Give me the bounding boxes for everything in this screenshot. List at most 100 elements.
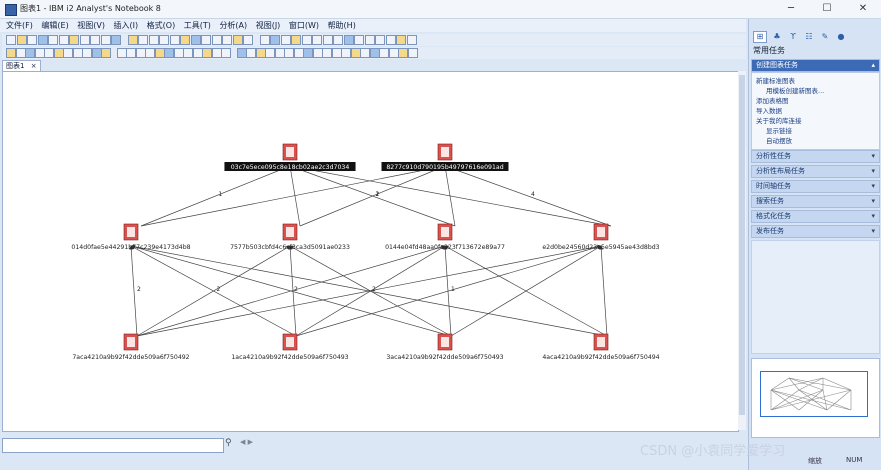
toolbar-button[interactable]	[16, 35, 27, 45]
tab-edit-icon[interactable]: ✎	[819, 32, 831, 42]
section-format[interactable]: 格式化任务 ▾	[751, 210, 880, 223]
toolbar-button[interactable]	[274, 48, 285, 58]
minimize-button[interactable]: ─	[773, 0, 809, 18]
link-line[interactable]	[140, 164, 446, 227]
toolbar-button[interactable]	[138, 35, 148, 45]
entity-node-mid[interactable]: 0144e04fd48aa0fe223f713672e89a77	[385, 223, 505, 251]
entity-node-top[interactable]: 8277c910d790195b49797616e091ad	[381, 143, 509, 171]
chevron-down-icon[interactable]: ▾	[871, 166, 875, 177]
toolbar-button[interactable]	[116, 48, 127, 58]
toolbar-button[interactable]	[91, 48, 102, 58]
chevron-down-icon[interactable]: ▾	[871, 181, 875, 192]
toolbar-button[interactable]	[111, 35, 121, 45]
toolbar-button[interactable]	[312, 48, 323, 58]
toolbar-button[interactable]	[385, 35, 396, 45]
toolbar-button[interactable]	[270, 35, 280, 45]
tab-palette-icon[interactable]: ♣	[771, 32, 783, 42]
toolbar-button[interactable]	[148, 35, 159, 45]
toolbar-button[interactable]	[48, 35, 58, 45]
entity-node-mid[interactable]: e2d0be24560d23e5e5945ae43d8bd3	[542, 223, 660, 251]
toolbar-button[interactable]	[398, 48, 408, 58]
toolbar-button[interactable]	[154, 48, 165, 58]
maximize-button[interactable]: ☐	[809, 0, 845, 18]
toolbar-button[interactable]	[201, 35, 211, 45]
item-library-connect[interactable]: 关于我的库连接	[756, 115, 802, 125]
chevron-up-icon[interactable]: ▴	[871, 60, 875, 71]
link-line[interactable]	[295, 244, 602, 337]
toolbar-button[interactable]	[34, 48, 45, 58]
toolbar-button[interactable]	[284, 48, 294, 58]
search-icon[interactable]: ⚲	[225, 438, 232, 448]
item-auto-layout[interactable]: 自动摆放	[766, 135, 792, 145]
link-line[interactable]	[289, 164, 612, 227]
toolbar-button[interactable]	[6, 35, 16, 45]
toolbar-button[interactable]	[211, 48, 222, 58]
toolbar-button[interactable]	[255, 48, 266, 58]
toolbar-button[interactable]	[90, 35, 100, 45]
overview-viewport[interactable]	[760, 371, 868, 417]
toolbar-button[interactable]	[222, 35, 232, 45]
toolbar-button[interactable]	[243, 35, 253, 45]
toolbar-button[interactable]	[6, 48, 16, 58]
toolbar-button[interactable]	[364, 35, 375, 45]
close-button[interactable]: ✕	[845, 0, 881, 18]
toolbar-button[interactable]	[164, 48, 174, 58]
toolbar-button[interactable]	[25, 48, 35, 58]
toolbar-button[interactable]	[202, 48, 212, 58]
toolbar-button[interactable]	[322, 35, 333, 45]
toolbar-button[interactable]	[331, 48, 342, 58]
overview-window[interactable]	[751, 358, 880, 438]
toolbar-button[interactable]	[63, 48, 73, 58]
tab-filter-icon[interactable]: ϒ	[787, 32, 799, 42]
item-show-links[interactable]: 显示链接	[766, 125, 792, 135]
toolbar-button[interactable]	[69, 35, 79, 45]
item-new-from-template[interactable]: 用模板创建新图表...	[766, 85, 824, 95]
menu-help[interactable]: 帮助(H)	[328, 19, 356, 32]
toolbar-button[interactable]	[159, 35, 169, 45]
chevron-down-icon[interactable]: ▾	[871, 196, 875, 207]
entity-node-top[interactable]: 03c7e5ece095c8e18cb02ae2c3d7034	[224, 143, 356, 171]
menu-analysis[interactable]: 分析(A)	[219, 19, 247, 32]
menu-tools[interactable]: 工具(T)	[184, 19, 211, 32]
toolbar-button[interactable]	[232, 35, 243, 45]
link-line[interactable]	[130, 245, 297, 337]
toolbar-button[interactable]	[303, 48, 313, 58]
menu-view2[interactable]: 视图(J)	[256, 19, 281, 32]
toolbar-button[interactable]	[190, 35, 201, 45]
toolbar-button[interactable]	[246, 48, 256, 58]
search-nav[interactable]: ◀ ▶	[240, 438, 253, 446]
toolbar-button[interactable]	[369, 48, 380, 58]
toolbar-button[interactable]	[173, 48, 184, 58]
toolbar-button[interactable]	[37, 35, 48, 45]
item-add-table[interactable]: 添加表格图	[756, 95, 789, 105]
toolbar-button[interactable]	[301, 35, 312, 45]
toolbar-button[interactable]	[407, 48, 418, 58]
chevron-down-icon[interactable]: ▾	[871, 211, 875, 222]
entity-node-bottom[interactable]: 7aca4210a9b92f42dde509a6f750492	[72, 333, 190, 361]
item-new-chart[interactable]: 新建标准图表	[756, 75, 795, 85]
toolbar-button[interactable]	[180, 35, 190, 45]
section-search[interactable]: 搜索任务 ▾	[751, 195, 880, 208]
toolbar-button[interactable]	[72, 48, 83, 58]
toolbar-button[interactable]	[53, 48, 64, 58]
toolbar-button[interactable]	[79, 35, 90, 45]
toolbar-button[interactable]	[101, 48, 111, 58]
toolbar-button[interactable]	[379, 48, 389, 58]
tab-globe-icon[interactable]: ●	[835, 32, 847, 42]
toolbar-button[interactable]	[265, 48, 275, 58]
toolbar-button[interactable]	[350, 48, 361, 58]
toolbar-button[interactable]	[221, 48, 231, 58]
toolbar-button[interactable]	[15, 48, 26, 58]
toolbar-button[interactable]	[211, 35, 222, 45]
section-publish[interactable]: 发布任务 ▾	[751, 225, 880, 238]
link-line[interactable]	[130, 244, 608, 337]
menu-file[interactable]: 文件(F)	[6, 19, 33, 32]
toolbar-button[interactable]	[280, 35, 291, 45]
scrollbar-thumb[interactable]	[739, 75, 745, 415]
toolbar-button[interactable]	[333, 35, 343, 45]
toolbar-button[interactable]	[192, 48, 203, 58]
tab-tasks-icon[interactable]: ⊞	[753, 31, 767, 43]
chevron-down-icon[interactable]: ▾	[871, 151, 875, 162]
menu-edit[interactable]: 编辑(E)	[41, 19, 68, 32]
toolbar-button[interactable]	[291, 35, 301, 45]
